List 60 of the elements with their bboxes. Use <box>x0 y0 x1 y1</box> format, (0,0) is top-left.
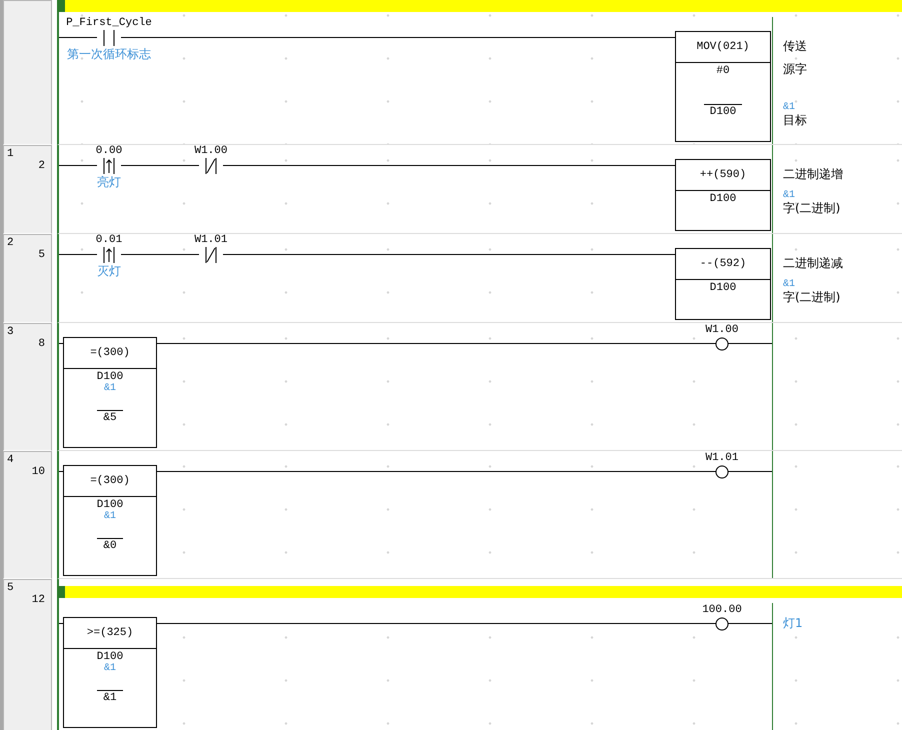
rung-number: 4 <box>7 454 14 466</box>
operand-text: D100 <box>96 371 124 383</box>
contact-address: W1.00 <box>194 145 228 157</box>
operand-description: 目标 <box>783 113 807 127</box>
coil-icon <box>715 617 729 631</box>
instruction-description: 传送 <box>783 38 807 54</box>
operand-description: 字(二进制) <box>783 290 842 304</box>
operand-text: &0 <box>97 538 123 552</box>
operand-comment: &1 <box>104 663 116 674</box>
operand-text: D100 <box>96 499 124 511</box>
step-number: 10 <box>32 466 45 478</box>
operand-text: D100 <box>710 193 736 205</box>
operand-text: &5 <box>97 410 123 424</box>
instruction-block[interactable]: --(592) D100 <box>675 248 771 320</box>
contact-comment: 亮灯 <box>97 175 121 189</box>
operand-value-note: &1 <box>783 102 796 113</box>
instruction-block[interactable]: MOV(021) #0 D100 <box>675 31 771 142</box>
operand-description: 字(二进制) <box>783 201 842 215</box>
contact-address: 0.01 <box>96 234 122 246</box>
coil-address: W1.01 <box>705 452 738 464</box>
instruction-block[interactable]: ++(590) D100 <box>675 159 771 231</box>
operand-comment: &1 <box>104 511 116 522</box>
step-number: 8 <box>38 338 45 350</box>
operand-text: D100 <box>704 104 742 118</box>
step-number: 5 <box>38 249 45 261</box>
contact-address: W1.01 <box>194 234 228 246</box>
step-number: 2 <box>38 160 45 172</box>
operand-text: #0 <box>716 65 730 77</box>
compare-block[interactable]: >=(325) D100 &1 &1 <box>63 617 157 728</box>
coil-icon <box>715 337 729 351</box>
instruction-mnemonic: ++(590) <box>700 169 746 181</box>
instruction-mnemonic: =(300) <box>90 475 130 487</box>
coil-icon <box>715 465 729 479</box>
contact-address: 0.00 <box>96 145 122 157</box>
compare-block[interactable]: =(300) D100 &1 &5 <box>63 337 157 448</box>
contact-comment: 灭灯 <box>97 264 121 278</box>
coil-comment: 灯1 <box>783 615 803 632</box>
rung-number: 1 <box>7 148 14 160</box>
instruction-mnemonic: >=(325) <box>86 627 134 639</box>
operand-text: D100 <box>710 282 736 294</box>
operand-comment: &1 <box>104 383 116 394</box>
coil-address: W1.00 <box>705 324 738 336</box>
operand-text: D100 <box>96 651 124 663</box>
rung-number: 3 <box>7 326 14 338</box>
compare-block[interactable]: =(300) D100 &1 &0 <box>63 465 157 576</box>
contact-comment: 第一次循环标志 <box>67 47 151 61</box>
instruction-mnemonic: =(300) <box>90 347 130 359</box>
instruction-mnemonic: MOV(021) <box>696 41 750 53</box>
operand-text: &1 <box>97 690 123 704</box>
operand-value-note: &1 <box>783 279 796 290</box>
instruction-description: 二进制递减 <box>783 254 843 272</box>
instruction-description: 二进制递增 <box>783 166 843 182</box>
operand-value-note: &1 <box>783 190 796 201</box>
rung-number: 5 <box>7 582 14 594</box>
rung-number: 2 <box>7 237 14 249</box>
step-number: 12 <box>32 594 45 606</box>
coil-address: 100.00 <box>702 604 742 616</box>
operand-description: 源字 <box>783 62 807 76</box>
instruction-mnemonic: --(592) <box>700 258 746 270</box>
contact-address: P_First_Cycle <box>66 17 152 29</box>
